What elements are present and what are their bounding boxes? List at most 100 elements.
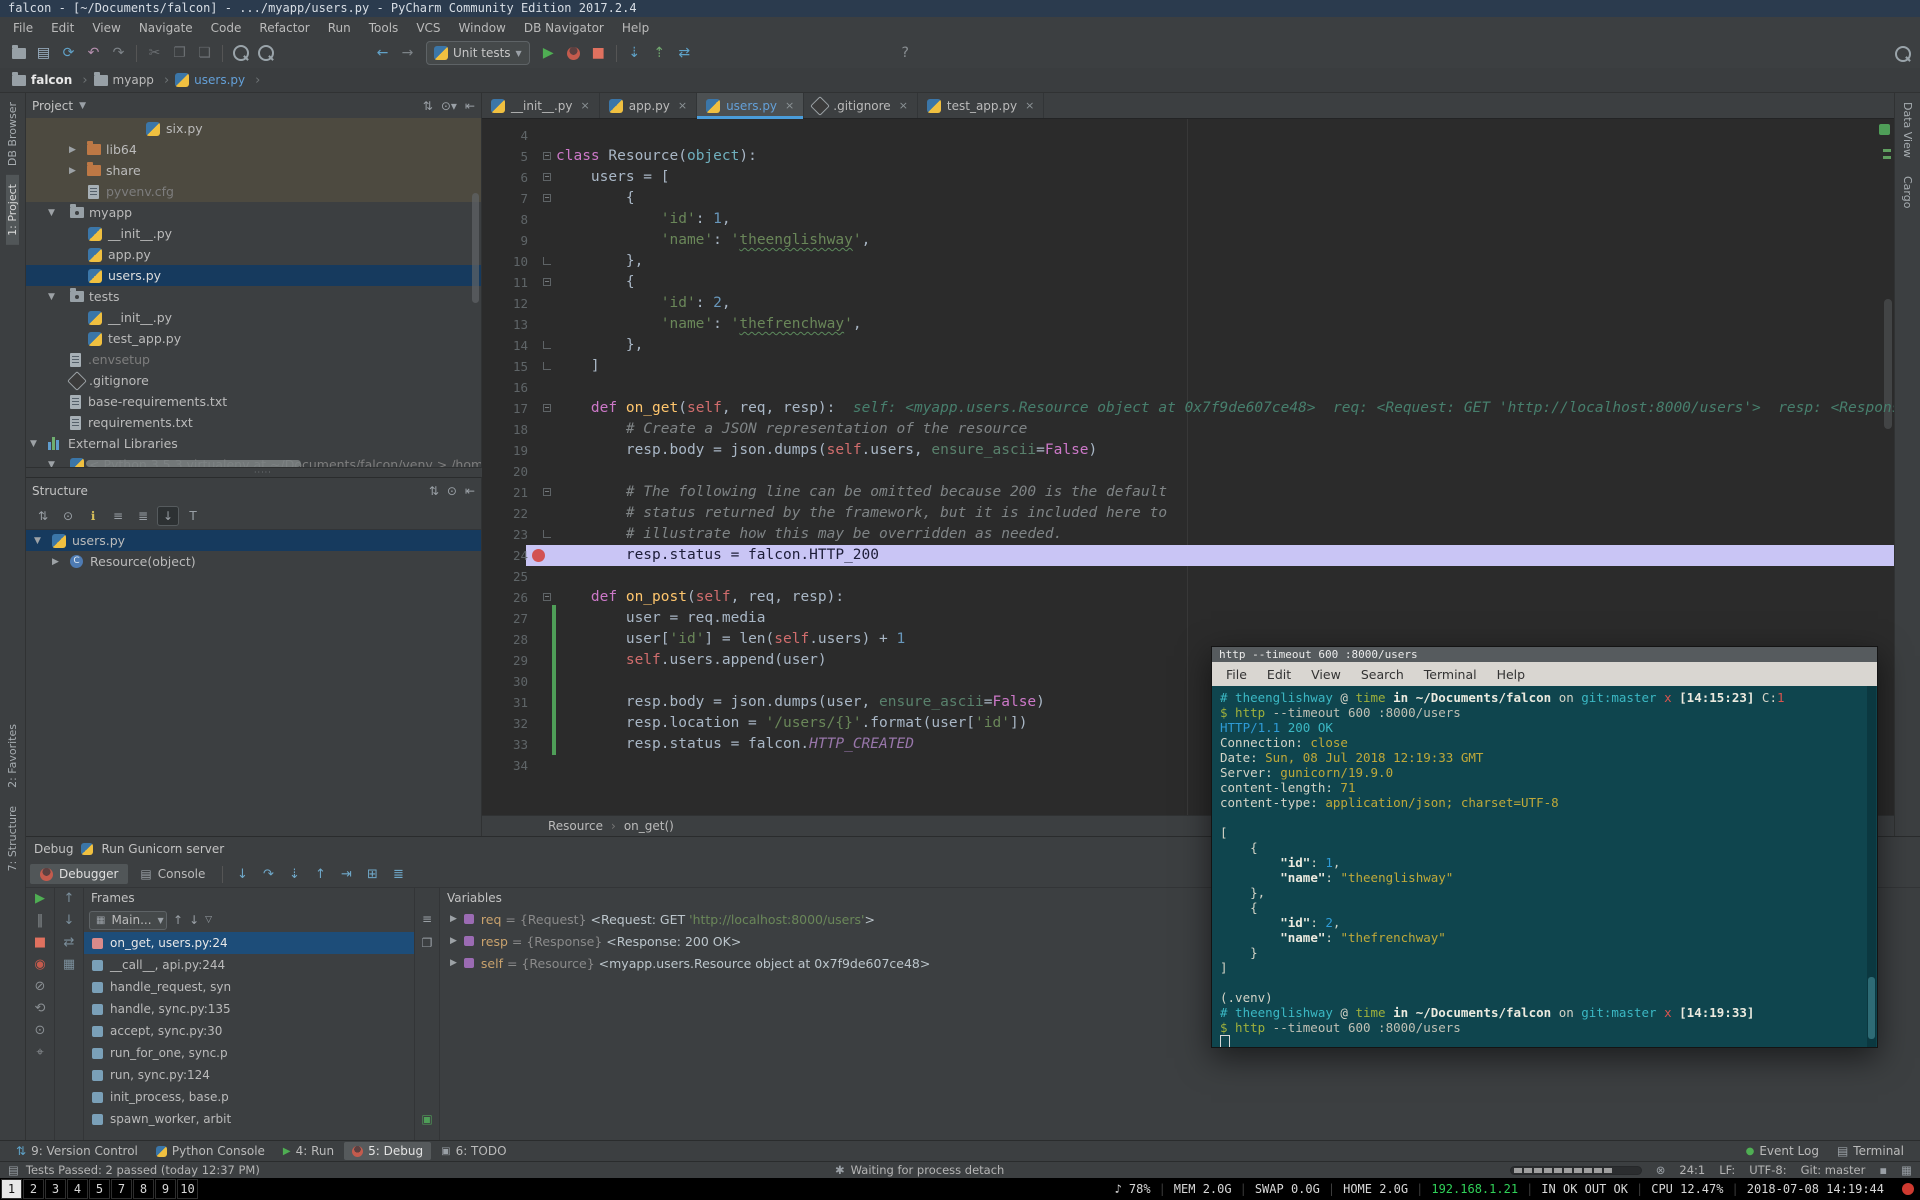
hide-panel-icon[interactable]: ⇤: [465, 484, 475, 498]
debug-action-icon-3[interactable]: ◉: [34, 958, 45, 971]
menu-item-db-navigator[interactable]: DB Navigator: [515, 19, 613, 37]
workspace-5[interactable]: 5: [89, 1179, 110, 1199]
frame-item[interactable]: handle, sync.py:135: [84, 998, 414, 1020]
structure-item-users-py[interactable]: ▼users.py: [26, 530, 481, 551]
help-icon[interactable]: ?: [893, 42, 918, 64]
debug-action-icon-6[interactable]: ⊙: [35, 1024, 46, 1037]
workspace-10[interactable]: 10: [177, 1179, 198, 1199]
tree-item-External-Libraries[interactable]: ▼External Libraries: [26, 433, 481, 454]
close-tab-icon[interactable]: ×: [581, 99, 590, 112]
thread-selector[interactable]: ▦ Main... ▼: [89, 911, 167, 930]
debug-action-icon-7[interactable]: ⌖: [36, 1046, 43, 1059]
debug-action-icon-4[interactable]: ⊘: [35, 980, 46, 993]
step-icon-2[interactable]: ⇣: [282, 867, 306, 882]
fold-marker-icon[interactable]: −: [543, 404, 551, 412]
fold-marker-icon[interactable]: [543, 341, 551, 349]
workspace-7[interactable]: 7: [111, 1179, 132, 1199]
debug-view-icon-2[interactable]: ⇄: [64, 936, 75, 949]
code-line-18[interactable]: 18 # Create a JSON representation of the…: [482, 419, 1894, 440]
terminal-scrollbar[interactable]: [1867, 686, 1876, 1047]
code-line-5[interactable]: 5−class Resource(object):: [482, 146, 1894, 167]
step-icon-1[interactable]: ↷: [256, 867, 280, 882]
terminal-title[interactable]: http --timeout 600 :8000/users: [1212, 647, 1877, 662]
chevron-down-icon[interactable]: ▼: [79, 101, 86, 111]
step-icon-5[interactable]: ⊞: [360, 867, 384, 882]
workspace-2[interactable]: 2: [23, 1179, 44, 1199]
debug-view-icon-3[interactable]: ▦: [63, 958, 75, 971]
replace-icon[interactable]: [253, 42, 278, 64]
code-line-24[interactable]: 24 resp.status = falcon.HTTP_200: [482, 545, 1894, 566]
structure-item-Resource-object-[interactable]: ▶CResource(object): [26, 551, 481, 572]
cut-icon[interactable]: ✂: [142, 42, 167, 64]
frame-item[interactable]: run_for_one, sync.p: [84, 1042, 414, 1064]
collapse-all-icon[interactable]: ⇅: [423, 99, 433, 113]
fold-marker-icon[interactable]: −: [543, 152, 551, 160]
stripe-tab-cargo[interactable]: Cargo: [1901, 167, 1914, 217]
debug-tab-console[interactable]: ▤Console: [130, 864, 215, 884]
tree-expand-icon[interactable]: ▶: [69, 145, 76, 155]
fold-marker-icon[interactable]: [543, 530, 551, 538]
fold-marker-icon[interactable]: −: [543, 593, 551, 601]
editor-tab-__init__-py[interactable]: __init__.py×: [482, 93, 600, 118]
paste-icon[interactable]: ❏: [192, 42, 217, 64]
tree-item-pyvenv-cfg[interactable]: pyvenv.cfg: [26, 181, 481, 202]
debug-action-icon-2[interactable]: ■: [34, 936, 46, 949]
tree-expand-icon[interactable]: ▼: [48, 460, 55, 468]
code-line-4[interactable]: 4: [482, 125, 1894, 146]
open-folder-icon[interactable]: [6, 42, 31, 64]
toolwindow-tab-terminal[interactable]: ▤Terminal: [1829, 1142, 1912, 1160]
tree-expand-icon[interactable]: ▼: [34, 536, 41, 546]
code-line-12[interactable]: 12 'id': 2,: [482, 293, 1894, 314]
menu-item-code[interactable]: Code: [202, 19, 251, 37]
search-everywhere-icon[interactable]: [1895, 46, 1911, 62]
power-icon[interactable]: [1902, 1183, 1914, 1195]
vcs-branch[interactable]: Git: master: [1801, 1163, 1866, 1177]
tree-item-myapp[interactable]: ▼myapp: [26, 202, 481, 223]
tree-item-users-py[interactable]: users.py: [26, 265, 481, 286]
panel-splitter[interactable]: ·····: [26, 467, 482, 477]
tree-item-tests[interactable]: ▼tests: [26, 286, 481, 307]
terminal-menu-edit[interactable]: Edit: [1257, 665, 1301, 684]
synchronize-icon[interactable]: ⟳: [56, 42, 81, 64]
terminal-menu-terminal[interactable]: Terminal: [1414, 665, 1487, 684]
fold-marker-icon[interactable]: −: [543, 278, 551, 286]
highlighting-level-icon[interactable]: ▦: [1901, 1163, 1912, 1177]
file-encoding[interactable]: UTF-8:: [1749, 1163, 1786, 1177]
tree-expand-icon[interactable]: ▼: [48, 208, 55, 218]
tree-item-share[interactable]: ▶share: [26, 160, 481, 181]
workspace-1[interactable]: 1: [1, 1179, 22, 1199]
frame-item[interactable]: init_process, base.p: [84, 1086, 414, 1108]
step-icon-4[interactable]: ⇥: [334, 867, 358, 882]
code-line-16[interactable]: 16: [482, 377, 1894, 398]
menu-item-navigate[interactable]: Navigate: [130, 19, 202, 37]
menu-item-window[interactable]: Window: [450, 19, 515, 37]
expand-icon[interactable]: ▶: [450, 936, 457, 946]
run-icon[interactable]: ▶: [536, 42, 561, 64]
workspace-4[interactable]: 4: [67, 1179, 88, 1199]
code-line-9[interactable]: 9 'name': 'theenglishway',: [482, 230, 1894, 251]
debug-action-icon-5[interactable]: ⟲: [35, 1002, 46, 1015]
step-icon-3[interactable]: ↑: [308, 867, 332, 882]
expand-icon[interactable]: ▶: [450, 914, 457, 924]
fold-marker-icon[interactable]: [543, 362, 551, 370]
vcs-update-icon[interactable]: ⇣: [622, 42, 647, 64]
code-line-10[interactable]: 10 },: [482, 251, 1894, 272]
workspace-8[interactable]: 8: [133, 1179, 154, 1199]
menu-item-run[interactable]: Run: [319, 19, 360, 37]
line-ending[interactable]: LF:: [1719, 1163, 1735, 1177]
code-line-26[interactable]: 26− def on_post(self, req, resp):: [482, 587, 1894, 608]
code-line-13[interactable]: 13 'name': 'thefrenchway',: [482, 314, 1894, 335]
structure-toolbar-icon-6[interactable]: T: [182, 506, 204, 526]
terminal-menu-help[interactable]: Help: [1487, 665, 1536, 684]
cancel-progress-icon[interactable]: ⊗: [1656, 1163, 1666, 1177]
editor-tab-test_app-py[interactable]: test_app.py×: [918, 93, 1044, 118]
menu-item-vcs[interactable]: VCS: [407, 19, 449, 37]
close-tab-icon[interactable]: ×: [1025, 99, 1034, 112]
code-line-22[interactable]: 22 # status returned by the framework, b…: [482, 503, 1894, 524]
horizontal-scrollbar[interactable]: [86, 460, 301, 467]
debug-view-icon-1[interactable]: ↓: [64, 914, 75, 927]
tree-item-requirements-txt[interactable]: requirements.txt: [26, 412, 481, 433]
code-line-14[interactable]: 14 },: [482, 335, 1894, 356]
terminal-menu-search[interactable]: Search: [1351, 665, 1414, 684]
breadcrumb-item-falcon[interactable]: falcon: [12, 73, 72, 87]
